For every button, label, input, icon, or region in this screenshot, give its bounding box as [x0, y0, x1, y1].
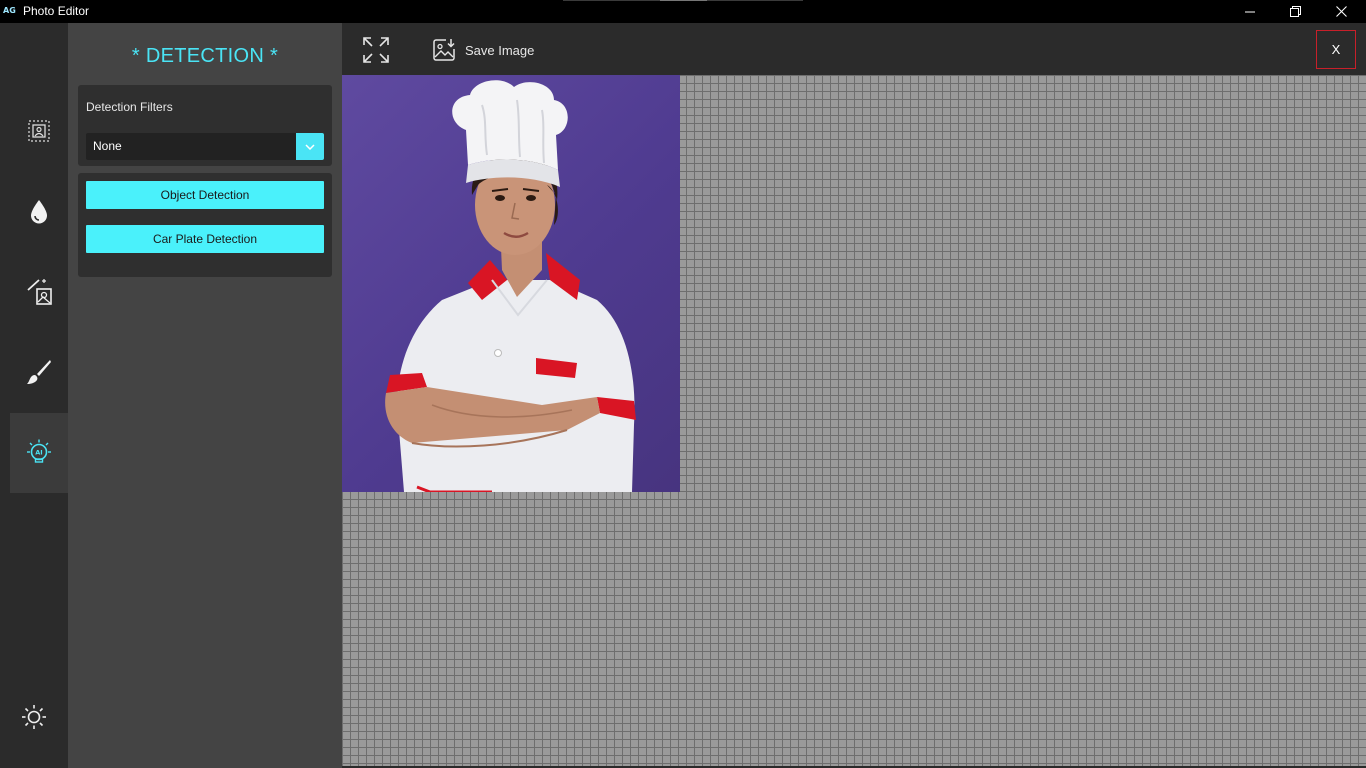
detection-filter-value: None	[93, 139, 122, 153]
rail-item-crop[interactable]	[10, 91, 68, 171]
magic-edit-icon	[27, 279, 52, 305]
rail-item-brightness[interactable]	[0, 677, 68, 757]
top-toolbar: Save Image X	[342, 23, 1366, 75]
chef-woman-photo	[385, 80, 636, 492]
color-drop-icon	[31, 200, 47, 224]
rail-item-color[interactable]	[10, 172, 68, 252]
chevron-down-icon	[305, 143, 315, 150]
svg-text:AI: AI	[35, 449, 42, 457]
save-image-button[interactable]: Save Image	[432, 36, 534, 64]
detection-filters-card: Detection Filters None	[78, 85, 332, 166]
tool-rail: AI	[0, 23, 68, 768]
object-detection-button[interactable]: Object Detection	[86, 181, 324, 209]
restore-icon	[1289, 6, 1301, 17]
detection-actions-card: Object Detection Car Plate Detection	[78, 173, 332, 277]
car-plate-detection-button[interactable]: Car Plate Detection	[86, 225, 324, 253]
rail-item-brush[interactable]	[10, 332, 68, 412]
restore-button[interactable]	[1272, 0, 1318, 23]
detection-filter-dropdown[interactable]: None	[86, 133, 324, 160]
brush-icon	[27, 360, 51, 384]
snap-hint-handle	[660, 0, 707, 1]
save-image-label: Save Image	[465, 42, 535, 58]
fullscreen-button[interactable]	[362, 36, 390, 64]
minimize-icon	[1245, 11, 1255, 12]
close-icon	[1335, 6, 1347, 17]
rail-item-ai-detection[interactable]: AI	[10, 413, 68, 493]
brightness-icon	[22, 705, 46, 729]
ai-bulb-icon: AI	[27, 439, 51, 463]
title-bar: AG Photo Editor	[0, 0, 1366, 23]
close-window-button[interactable]	[1318, 0, 1364, 23]
panel-title: * DETECTION *	[131, 45, 279, 67]
dropdown-toggle[interactable]	[296, 133, 324, 160]
crop-frame-icon	[28, 120, 50, 142]
detection-panel: * DETECTION * Detection Filters None Obj…	[68, 23, 342, 768]
save-image-icon	[433, 39, 455, 61]
expand-icon	[363, 37, 389, 63]
minimize-button[interactable]	[1227, 0, 1273, 23]
close-image-button[interactable]: X	[1316, 30, 1356, 69]
loaded-photo	[342, 75, 680, 492]
rail-item-magic[interactable]	[10, 252, 68, 332]
detection-filters-label: Detection Filters	[86, 100, 173, 114]
image-canvas[interactable]	[342, 75, 1366, 766]
app-logo-icon: AG	[3, 6, 16, 15]
window-title: Photo Editor	[23, 4, 90, 18]
